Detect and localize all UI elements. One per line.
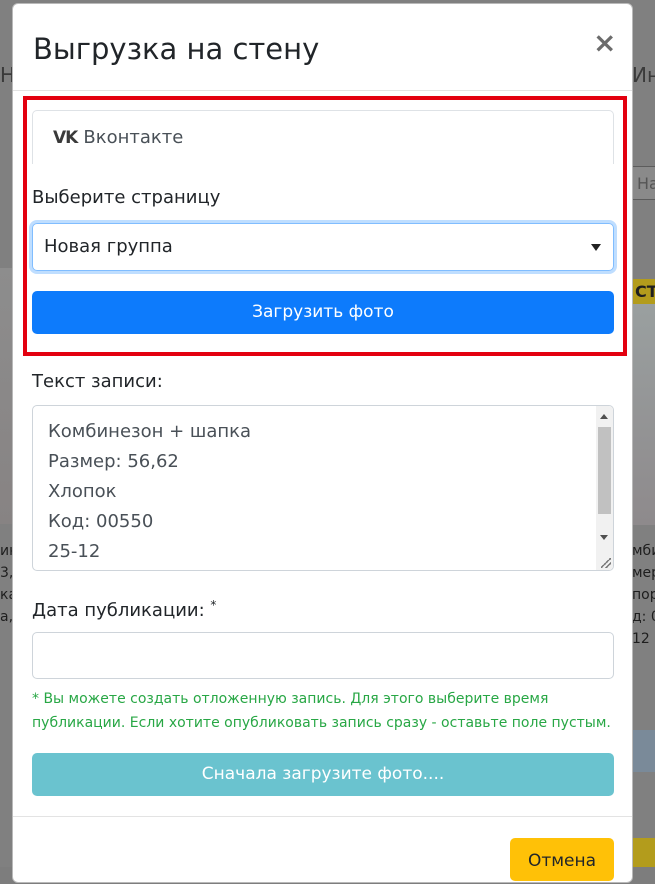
select-page-label: Выберите страницу (32, 187, 221, 208)
modal-title: Выгрузка на стену (33, 32, 320, 66)
background-search-input: Нас (632, 166, 655, 200)
tab-vkontakte[interactable]: VK Вконтакте (32, 110, 614, 164)
background-product-text-left: ин 3, ка, а,д (0, 540, 12, 628)
background-line: а,д (0, 609, 12, 625)
required-mark: * (210, 598, 217, 612)
header-divider (13, 90, 632, 91)
background-line: д: 00 (632, 609, 655, 625)
footer-divider (13, 816, 632, 817)
publish-date-label: Дата публикации: * (32, 598, 216, 621)
background-line: ка, (0, 587, 12, 603)
background-tag-bottom (632, 838, 655, 867)
background-line: пор (632, 587, 655, 603)
resize-grip-icon[interactable] (601, 558, 611, 568)
background-line: 12 (632, 631, 650, 647)
caret-down-icon (591, 244, 601, 251)
scroll-down-icon[interactable] (600, 535, 608, 540)
textarea-scrollbar[interactable] (596, 406, 613, 570)
background-product-image-left (0, 268, 12, 524)
post-text-textarea[interactable]: Комбинезон + шапка Размер: 56,62 Хлопок … (32, 405, 614, 571)
publish-date-label-text: Дата публикации: (32, 600, 205, 621)
background-line: 3, (0, 565, 12, 581)
page-select[interactable]: Новая группа (32, 223, 614, 271)
background-share-button (632, 730, 655, 772)
background-line: ин (0, 543, 12, 559)
background-nav-left: На (0, 58, 27, 92)
scroll-up-icon[interactable] (600, 414, 608, 419)
publish-hint: * Вы можете создать отложенную запись. Д… (32, 691, 611, 731)
background-line: мби (632, 543, 655, 559)
background-line: мер (632, 565, 655, 581)
scroll-thumb[interactable] (598, 427, 611, 514)
background-product-image-right (632, 300, 655, 525)
post-text-label: Текст записи: (32, 371, 163, 392)
submit-button[interactable]: Сначала загрузите фото.... (32, 753, 614, 796)
post-text-content: Комбинезон + шапка Размер: 56,62 Хлопок … (48, 421, 252, 562)
cancel-button[interactable]: Отмена (510, 838, 614, 881)
background-nav-right: Ин (632, 63, 655, 87)
vk-icon: VK (53, 127, 78, 148)
tab-label: Вконтакте (83, 127, 184, 148)
close-icon[interactable]: × (593, 28, 616, 58)
upload-photo-button[interactable]: Загрузить фото (32, 291, 614, 334)
background-product-text-right: мби мер пор д: 00 12 (632, 540, 655, 650)
selected-page: Новая группа (44, 236, 173, 257)
wall-upload-modal: Выгрузка на стену × VK Вконтакте Выберит… (12, 3, 633, 883)
background-status-tag: СТ (632, 279, 655, 304)
publish-date-input[interactable] (32, 632, 614, 679)
